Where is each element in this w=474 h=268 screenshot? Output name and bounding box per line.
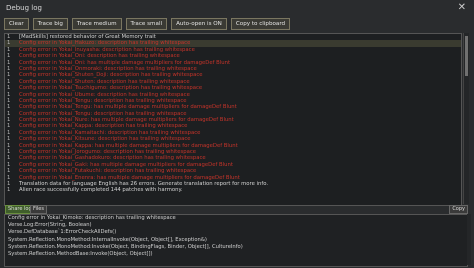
stacktrace-line: System.Reflection.MonoMethod:InternalInv… (8, 236, 207, 243)
log-row-count: 1 (7, 187, 11, 194)
trace-big-button[interactable]: Trace big (32, 18, 68, 30)
log-scrollbar[interactable] (463, 33, 469, 204)
stacktrace-line: System.Reflection.MonoMethod:Invoke(Obje… (8, 243, 243, 250)
log-row-text: Alien race successfully completed 144 pa… (19, 187, 183, 194)
auto-open-toggle-button[interactable]: Auto-open is ON (171, 18, 227, 30)
stacktrace-panel[interactable]: Config error in Yokai_Kimoko: descriptio… (4, 214, 468, 267)
copy-button[interactable]: Copy (449, 205, 468, 214)
stacktrace-line: System.Reflection.MethodBase:Invoke(Obje… (8, 250, 153, 257)
title-bar: Debug log ✕ (4, 2, 470, 14)
stacktrace-line: Config error in Yokai_Kimoko: descriptio… (8, 215, 176, 221)
bottom-bar: Share logs Files Copy (4, 204, 470, 214)
close-icon[interactable]: ✕ (458, 3, 466, 13)
trace-medium-button[interactable]: Trace medium (71, 18, 122, 30)
log-row[interactable]: 1 Alien race successfully completed 144 p… (5, 187, 461, 193)
window-title: Debug log (6, 4, 42, 12)
stacktrace-line: Verse.DefDatabase`1:ErrorCheckAllDefs() (8, 229, 117, 236)
clear-button[interactable]: Clear (4, 18, 29, 30)
stacktrace-scrollbar[interactable] (467, 214, 471, 265)
log-list[interactable]: 1 [MadSkills] restored behavior of Great … (4, 33, 462, 206)
trace-small-button[interactable]: Trace small (125, 18, 168, 30)
toolbar: Clear Trace big Trace medium Trace small… (4, 18, 291, 30)
log-scroll-thumb[interactable] (465, 36, 468, 76)
debug-log-window: Debug log ✕ Clear Trace big Trace medium… (0, 0, 474, 268)
stacktrace-line: Verse.Log:Error(String, Boolean) (8, 222, 92, 229)
files-button[interactable]: Files (30, 205, 47, 214)
copy-to-clipboard-button[interactable]: Copy to clipboard (230, 18, 291, 30)
